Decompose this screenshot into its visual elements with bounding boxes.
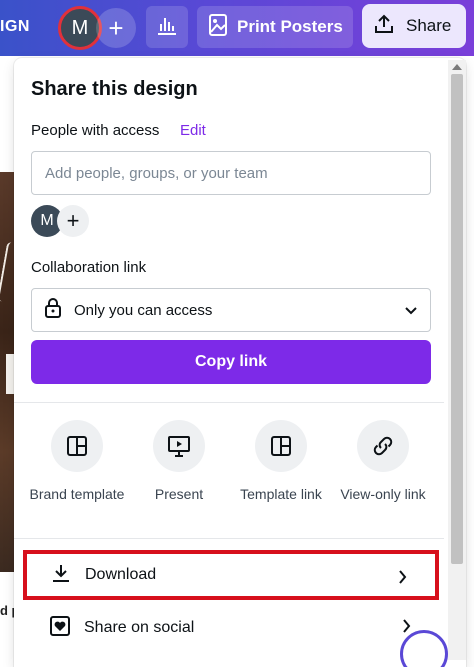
add-collaborator-button[interactable]: + [96,8,136,48]
upload-icon [374,14,394,39]
print-posters-button[interactable]: Print Posters [197,6,353,48]
download-row[interactable]: Download [23,550,439,600]
add-member-button[interactable]: + [57,205,89,237]
heart-icon [50,615,70,641]
people-access-label: People with access [31,122,160,139]
option-label: View-only link [340,486,426,502]
panel-title: Share this design [31,78,198,100]
insights-button[interactable] [146,6,188,48]
download-label: Download [85,566,157,583]
print-posters-label: Print Posters [237,17,343,36]
template-link-icon [255,420,307,472]
present-option[interactable]: Present [124,420,234,502]
scroll-up-arrow-icon[interactable] [452,64,462,70]
chevron-down-icon [404,302,418,319]
canvas-photo [0,172,18,572]
option-label: Present [154,486,204,502]
copy-link-button[interactable]: Copy link [31,340,431,384]
divider [14,402,444,403]
scrollbar-thumb[interactable] [451,74,463,564]
edit-access-link[interactable]: Edit [180,122,206,139]
share-panel: Share this design People with access Edi… [14,58,466,667]
top-toolbar: IGN M + Print Posters Share [0,0,474,56]
present-icon [153,420,205,472]
chevron-right-icon [398,570,407,589]
plus-icon: + [66,208,80,233]
share-on-social-label: Share on social [84,619,195,636]
bar-chart-icon [156,15,178,40]
lock-icon [44,297,62,323]
avatar-initial: M [71,16,89,39]
plus-icon: + [108,12,124,43]
collaboration-link-label: Collaboration link [31,259,147,276]
image-icon [209,13,227,41]
divider [14,538,444,539]
option-label: Brand template [29,486,125,502]
option-label: Template link [240,486,322,502]
design-menu-label[interactable]: IGN [0,18,30,36]
access-value: Only you can access [74,301,213,319]
canvas-decoration [6,354,14,394]
share-button[interactable]: Share [362,4,466,48]
add-people-input[interactable] [31,151,431,195]
share-label: Share [406,16,452,35]
brand-template-option[interactable]: Brand template [22,420,132,502]
member-initial: M [40,212,54,229]
share-on-social-row[interactable]: Share on social [23,603,439,653]
link-access-dropdown[interactable]: Only you can access [31,288,431,332]
template-icon [51,420,103,472]
link-icon [357,420,409,472]
template-link-option[interactable]: Template link [226,420,336,502]
view-only-link-option[interactable]: View-only link [328,420,438,502]
download-icon [51,563,71,588]
